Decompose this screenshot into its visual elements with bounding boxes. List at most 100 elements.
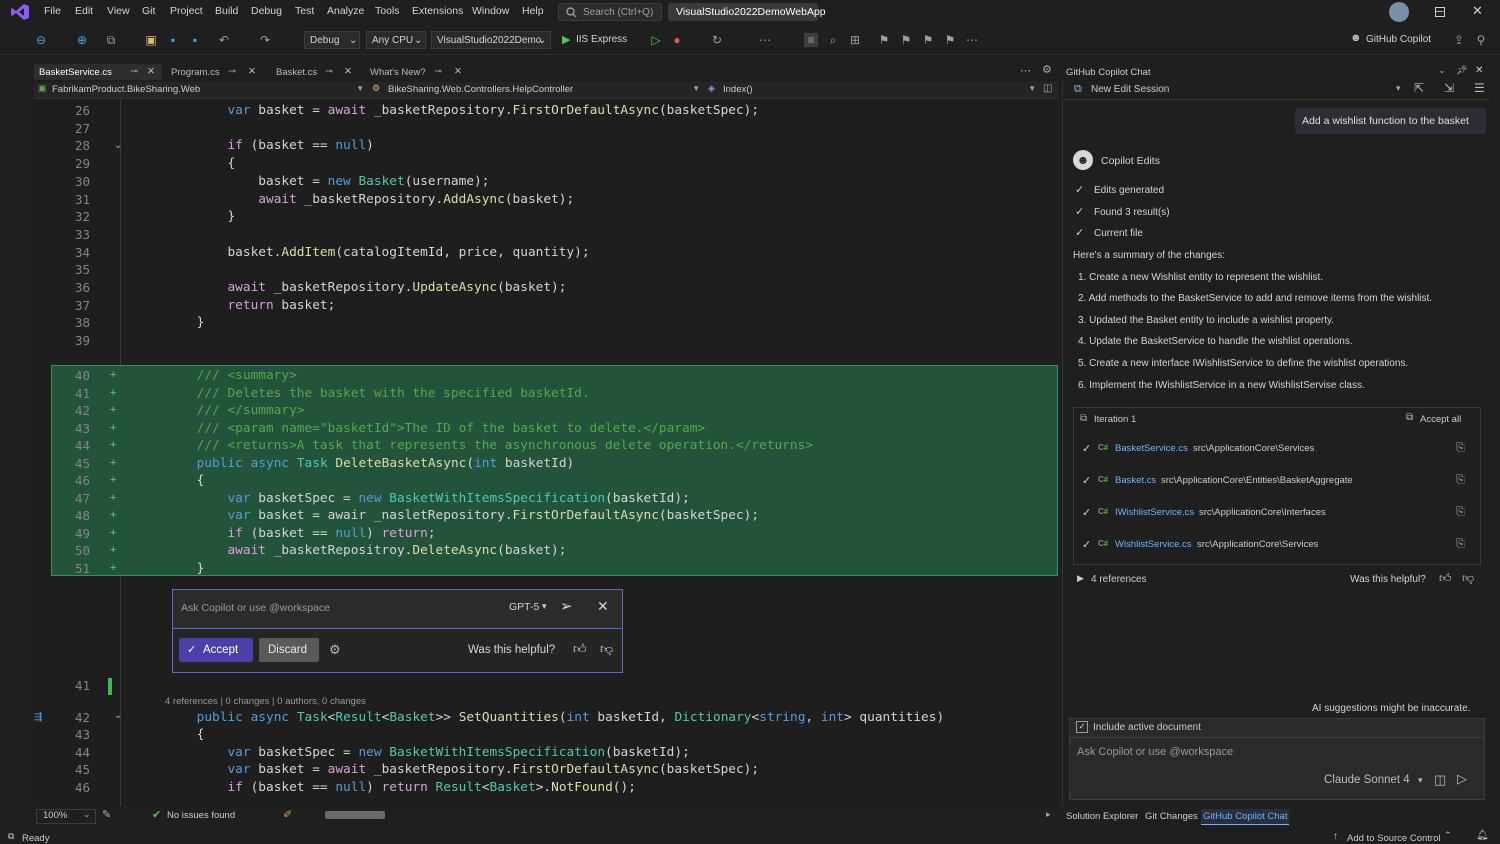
tab-overflow-icon[interactable]: ⋯ bbox=[1020, 64, 1031, 77]
changed-file-item[interactable]: ✓ C# WishlistService.cs src\ApplicationCore… bbox=[1078, 538, 1476, 554]
file-diff-icon[interactable]: ⎘ bbox=[1456, 538, 1465, 551]
save-icon[interactable]: ▪ bbox=[166, 33, 180, 47]
code-line[interactable]: await _basketRepository.UpdateAsync(bask… bbox=[135, 280, 566, 295]
close-icon[interactable]: ✕ bbox=[344, 66, 352, 77]
attach-icon[interactable]: ◫ bbox=[1434, 772, 1446, 788]
configuration-dropdown[interactable]: Debug ⌄ bbox=[304, 31, 360, 49]
platform-dropdown[interactable]: Any CPU ⌄ bbox=[366, 31, 426, 49]
code-line[interactable]: var basketSpec = new BasketWithItemsSpec… bbox=[135, 745, 689, 760]
add-to-source-control[interactable]: Add to Source Control bbox=[1347, 833, 1440, 844]
send-icon[interactable]: ➢ bbox=[560, 597, 573, 615]
maximize-icon[interactable] bbox=[1435, 7, 1445, 17]
format-icon[interactable]: ⊞ bbox=[848, 33, 862, 47]
startup-project-dropdown[interactable]: VisualStudio2022Demo ⌄ bbox=[431, 31, 551, 49]
clear-bookmarks-icon[interactable]: ⚑ bbox=[943, 33, 957, 47]
changed-file-item[interactable]: ✓ C# Basket.cs src\ApplicationCore\Entities… bbox=[1078, 474, 1476, 490]
more-icon[interactable]: ⋯ bbox=[758, 33, 772, 47]
menu-analyze[interactable]: Analyze bbox=[327, 5, 364, 17]
menu-help[interactable]: Help bbox=[522, 5, 544, 17]
hot-reload-icon[interactable]: ● bbox=[670, 33, 684, 47]
code-line[interactable]: { bbox=[135, 156, 235, 171]
start-without-debugging-icon[interactable]: ▷ bbox=[649, 33, 663, 47]
code-line[interactable]: if (basket == null) return Result<Basket… bbox=[135, 780, 635, 795]
pin-icon[interactable]: ⊸ bbox=[228, 66, 236, 77]
close-icon[interactable]: ✕ bbox=[597, 598, 609, 615]
menu-project[interactable]: Project bbox=[170, 5, 203, 17]
solution-title[interactable]: VisualStudio2022DemoWebApp bbox=[668, 3, 826, 21]
codelens[interactable]: 4 references | 0 changes | 0 authors, 0 … bbox=[165, 696, 366, 707]
brush-icon[interactable]: ✐ bbox=[283, 808, 292, 821]
menu-view[interactable]: View bbox=[107, 5, 130, 17]
github-copilot-button[interactable]: ☻ GitHub Copilot bbox=[1350, 32, 1445, 48]
code-line[interactable]: public async Task<Result<Basket>> SetQua… bbox=[135, 710, 945, 725]
chevron-up-icon[interactable]: ⌃ bbox=[1444, 830, 1452, 841]
new-project-icon[interactable]: ⧉ bbox=[104, 33, 118, 47]
settings-icon[interactable]: ⚙ bbox=[1042, 63, 1052, 76]
avatar[interactable] bbox=[1389, 2, 1409, 22]
code-line[interactable]: } bbox=[135, 561, 205, 576]
code-line[interactable]: basket.AddItem(catalogItemId, price, qua… bbox=[135, 245, 589, 260]
forward-icon[interactable]: ⊕ bbox=[75, 33, 89, 47]
bookmark-icon[interactable]: ⚑ bbox=[877, 33, 891, 47]
menu-file[interactable]: File bbox=[44, 5, 61, 17]
save-all-icon[interactable]: ▪ bbox=[188, 33, 202, 47]
session-name[interactable]: New Edit Session bbox=[1091, 84, 1169, 95]
send-icon[interactable]: ▷ bbox=[1457, 771, 1467, 787]
code-line[interactable]: { bbox=[135, 727, 205, 742]
checkbox-icon[interactable]: ✓ bbox=[1076, 721, 1088, 733]
code-line[interactable]: /// <returns>A task that represents the … bbox=[135, 438, 813, 453]
model-picker[interactable]: Claude Sonnet 4 bbox=[1324, 774, 1410, 786]
tab-whats-new[interactable]: What's New? ⊸ ✕ bbox=[364, 64, 470, 80]
more-icon[interactable]: ⋯ bbox=[965, 33, 979, 47]
thumbs-up-icon[interactable]: 👍︎ bbox=[573, 641, 587, 657]
scroll-right-icon[interactable]: ▸ bbox=[1046, 809, 1051, 820]
menu-test[interactable]: Test bbox=[295, 5, 314, 17]
thumbs-down-icon[interactable]: 👎︎ bbox=[600, 641, 613, 657]
tab-basket[interactable]: Basket.cs ⊸ ✕ bbox=[270, 64, 358, 80]
file-diff-icon[interactable]: ⎘ bbox=[1456, 506, 1465, 519]
model-picker[interactable]: GPT-5 bbox=[509, 601, 539, 613]
feedback-icon[interactable]: ⚲ bbox=[1474, 33, 1488, 47]
refresh-icon[interactable]: ↻ bbox=[710, 33, 724, 47]
back-icon[interactable]: ⊖ bbox=[34, 33, 48, 47]
code-line[interactable]: var basket = await _basketRepository.Fir… bbox=[135, 762, 759, 777]
pin-icon[interactable]: ⊸ bbox=[130, 66, 138, 77]
code-line[interactable]: var basketSpec = new BasketWithItemsSpec… bbox=[135, 491, 689, 506]
settings-icon[interactable]: ⚙ bbox=[329, 642, 341, 658]
code-line[interactable]: basket = new Basket(username); bbox=[135, 174, 489, 189]
tab-basketservice[interactable]: BasketService.cs ⊸ ✕ bbox=[34, 64, 162, 80]
file-diff-icon[interactable]: ⎘ bbox=[1456, 474, 1465, 487]
code-line[interactable]: var basket = awair _nasletRepository.Fir… bbox=[135, 508, 759, 523]
code-line[interactable]: /// Deletes the basket with the specifie… bbox=[135, 386, 590, 401]
menu-window[interactable]: Window bbox=[472, 5, 509, 17]
next-bookmark-icon[interactable]: ⚑ bbox=[921, 33, 935, 47]
file-name[interactable]: WishlistService.cs bbox=[1115, 539, 1192, 550]
run-button[interactable]: ▶ IIS Express bbox=[558, 31, 640, 49]
menu-debug[interactable]: Debug bbox=[251, 5, 282, 17]
changed-file-item[interactable]: ✓ C# IWishlistService.cs src\ApplicationCor… bbox=[1078, 506, 1476, 522]
chevron-down-icon[interactable]: ▾ bbox=[1396, 83, 1401, 94]
file-name[interactable]: Basket.cs bbox=[1115, 475, 1156, 486]
close-icon[interactable]: ✕ bbox=[248, 66, 256, 77]
tab-github-copilot-chat[interactable]: GitHub Copilot Chat bbox=[1201, 809, 1290, 825]
close-icon[interactable]: ✕ bbox=[1475, 65, 1483, 76]
close-icon[interactable]: ✕ bbox=[454, 66, 462, 77]
menu-tools[interactable]: Tools bbox=[375, 5, 400, 17]
accept-button[interactable]: ✓ Accept bbox=[179, 638, 253, 662]
include-document-toggle[interactable]: ✓ Include active document bbox=[1070, 719, 1484, 738]
code-line[interactable]: /// <param name="basketId">The ID of the… bbox=[135, 421, 706, 436]
project-dropdown[interactable]: ▣ FabrikamProduct.BikeSharing.Web ▾ bbox=[38, 83, 368, 97]
word-wrap-icon[interactable]: ≡ bbox=[804, 33, 818, 47]
menu-build[interactable]: Build bbox=[215, 5, 238, 17]
notifications-icon[interactable]: 🔔︎ bbox=[1476, 830, 1489, 841]
changed-file-item[interactable]: ✓ C# BasketService.cs src\ApplicationCore\S… bbox=[1078, 442, 1476, 458]
search-box[interactable]: Search (Ctrl+Q) bbox=[558, 3, 662, 21]
pin-icon[interactable]: 📌︎ bbox=[1456, 65, 1467, 76]
close-icon[interactable]: ✕ bbox=[147, 66, 155, 77]
code-line[interactable]: var basket = await _basketRepository.Fir… bbox=[135, 103, 759, 118]
issues-status[interactable]: No issues found bbox=[167, 810, 235, 821]
code-line[interactable]: } bbox=[135, 209, 235, 224]
code-line[interactable]: /// <summary> bbox=[135, 368, 297, 383]
code-line[interactable]: /// </summary> bbox=[135, 403, 305, 418]
pin-icon[interactable]: ⊸ bbox=[325, 66, 333, 77]
